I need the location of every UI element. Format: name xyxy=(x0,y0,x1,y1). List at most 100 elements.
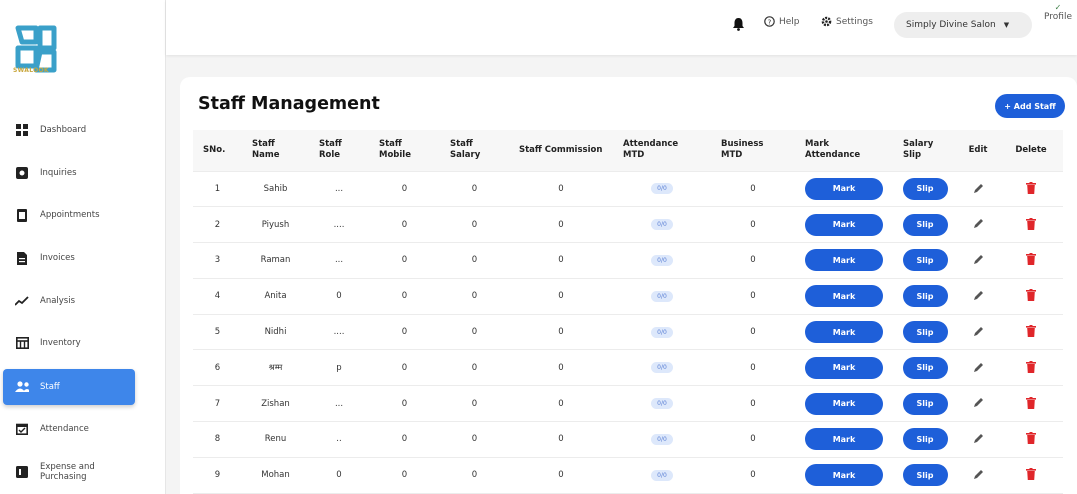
mark-attendance-button[interactable]: Mark xyxy=(805,285,883,308)
settings-label: Settings xyxy=(836,16,873,27)
page-title: Staff Management xyxy=(198,94,380,114)
business-mtd-cell: 0 xyxy=(711,206,795,244)
staff-mobile-cell: 0 xyxy=(369,421,440,458)
salary-slip-button[interactable]: Slip xyxy=(902,249,948,272)
svg-text:?: ? xyxy=(768,18,772,26)
staff-role-cell: .. xyxy=(309,421,369,458)
staff-icon xyxy=(15,380,29,394)
sidebar-item-attendance[interactable]: Attendance xyxy=(0,411,166,447)
salon-select[interactable]: Simply Divine Salon ▼ xyxy=(894,12,1032,38)
business-mtd-cell: 0 xyxy=(711,171,795,208)
sno-cell: 7 xyxy=(193,385,242,423)
trash-icon[interactable] xyxy=(1024,252,1038,266)
sidebar-item-inventory[interactable]: Inventory xyxy=(0,325,166,361)
staff-mobile-cell: 0 xyxy=(369,349,440,387)
delete-cell xyxy=(999,457,1063,494)
staff-role-cell: ... xyxy=(309,242,369,279)
appointments-icon xyxy=(15,208,29,222)
trash-icon[interactable] xyxy=(1024,324,1038,338)
pencil-icon[interactable] xyxy=(971,396,985,410)
salary-slip-button[interactable]: Slip xyxy=(902,464,948,487)
business-mtd-cell: 0 xyxy=(711,349,795,387)
pencil-icon[interactable] xyxy=(971,432,985,446)
trash-icon[interactable] xyxy=(1024,217,1038,231)
staff-salary-cell: 0 xyxy=(440,206,509,244)
sidebar-item-label: Inventory xyxy=(40,337,81,348)
pencil-icon[interactable] xyxy=(971,181,985,195)
column-header: Staff Salary xyxy=(440,130,509,172)
attendance-mtd-cell: 0/0 xyxy=(613,206,711,244)
brand-name: SWALOOK xyxy=(13,67,49,74)
pencil-icon[interactable] xyxy=(971,468,985,482)
mark-attendance-button[interactable]: Mark xyxy=(805,213,883,236)
edit-cell xyxy=(957,171,999,208)
trash-icon[interactable] xyxy=(1024,360,1038,374)
mark-attendance-button[interactable]: Mark xyxy=(805,249,883,272)
sidebar-item-appointments[interactable]: Appointments xyxy=(0,197,166,233)
attendance-badge: 0/0 xyxy=(651,290,673,302)
column-header: Staff Commission xyxy=(509,130,613,172)
pencil-icon[interactable] xyxy=(971,324,985,338)
staff-mobile-cell: 0 xyxy=(369,206,440,244)
pencil-icon[interactable] xyxy=(971,289,985,303)
settings-link[interactable]: Settings xyxy=(821,16,873,27)
column-header: Delete xyxy=(999,130,1063,172)
pencil-icon[interactable] xyxy=(971,360,985,374)
salon-name: Simply Divine Salon xyxy=(906,20,996,30)
attendance-mtd-cell: 0/0 xyxy=(613,314,711,351)
trash-icon[interactable] xyxy=(1024,181,1038,195)
help-link[interactable]: ? Help xyxy=(764,16,800,27)
sno-cell: 3 xyxy=(193,242,242,279)
mark-attendance-button[interactable]: Mark xyxy=(805,321,883,344)
sidebar-item-invoices[interactable]: Invoices xyxy=(0,240,166,276)
salary-slip-button[interactable]: Slip xyxy=(902,321,948,344)
salary-slip-button[interactable]: Slip xyxy=(902,285,948,308)
sidebar-item-label: Dashboard xyxy=(40,124,87,135)
mark-attendance-button[interactable]: Mark xyxy=(805,392,883,415)
mark-attendance-button[interactable]: Mark xyxy=(805,356,883,379)
mark-attendance-button[interactable]: Mark xyxy=(805,464,883,487)
sidebar-item-dashboard[interactable]: Dashboard xyxy=(0,112,166,148)
trash-icon[interactable] xyxy=(1024,288,1038,302)
attendance-mtd-cell: 0/0 xyxy=(613,385,711,423)
trash-icon[interactable] xyxy=(1024,431,1038,445)
column-header: Attendance MTD xyxy=(613,130,711,172)
salary-slip-button[interactable]: Slip xyxy=(902,213,948,236)
salary-slip-cell: Slip xyxy=(893,314,957,351)
bell-icon[interactable] xyxy=(732,16,745,35)
staff-mobile-cell: 0 xyxy=(369,242,440,279)
table-row: 2 Piyush.... 0 0 0 0/0 0 Mark Slip xyxy=(193,206,1063,244)
staff-mobile-cell: 0 xyxy=(369,457,440,494)
salary-slip-button[interactable]: Slip xyxy=(902,356,948,379)
mark-attendance-cell: Mark xyxy=(795,421,893,458)
profile-link[interactable]: ✓ Profile xyxy=(1044,3,1072,23)
staff-name-cell: श्रम्म xyxy=(242,349,309,387)
salary-slip-button[interactable]: Slip xyxy=(902,392,948,415)
trash-icon[interactable] xyxy=(1024,467,1038,481)
mark-attendance-button[interactable]: Mark xyxy=(805,177,883,200)
sidebar-item-inquiries[interactable]: Inquiries xyxy=(0,155,166,191)
staff-name-cell: Sahib xyxy=(242,171,309,208)
sidebar-item-expense[interactable]: Expense and Purchasing xyxy=(0,454,166,490)
mark-attendance-button[interactable]: Mark xyxy=(805,428,883,451)
sidebar-item-analysis[interactable]: Analysis xyxy=(0,283,166,319)
sno-cell: 8 xyxy=(193,421,242,458)
pencil-icon[interactable] xyxy=(971,217,985,231)
salary-slip-button[interactable]: Slip xyxy=(902,428,948,451)
staff-salary-cell: 0 xyxy=(440,349,509,387)
analysis-icon xyxy=(15,294,29,308)
attendance-badge: 0/0 xyxy=(651,254,673,266)
pencil-icon[interactable] xyxy=(971,253,985,267)
column-header: Salary Slip xyxy=(893,130,957,172)
caret-down-icon: ▼ xyxy=(1003,21,1010,29)
sidebar-item-staff[interactable]: Staff xyxy=(3,369,135,405)
table-header: SNo. Staff Name Staff Role Staff Mobile Staf… xyxy=(193,130,1063,172)
staff-commission-cell: 0 xyxy=(509,421,613,458)
attendance-mtd-cell: 0/0 xyxy=(613,242,711,279)
add-staff-button[interactable]: + Add Staff xyxy=(995,94,1065,118)
business-mtd-cell: 0 xyxy=(711,242,795,279)
salary-slip-button[interactable]: Slip xyxy=(902,177,948,200)
gear-icon xyxy=(821,16,832,27)
trash-icon[interactable] xyxy=(1024,396,1038,410)
staff-mobile-cell: 0 xyxy=(369,278,440,315)
